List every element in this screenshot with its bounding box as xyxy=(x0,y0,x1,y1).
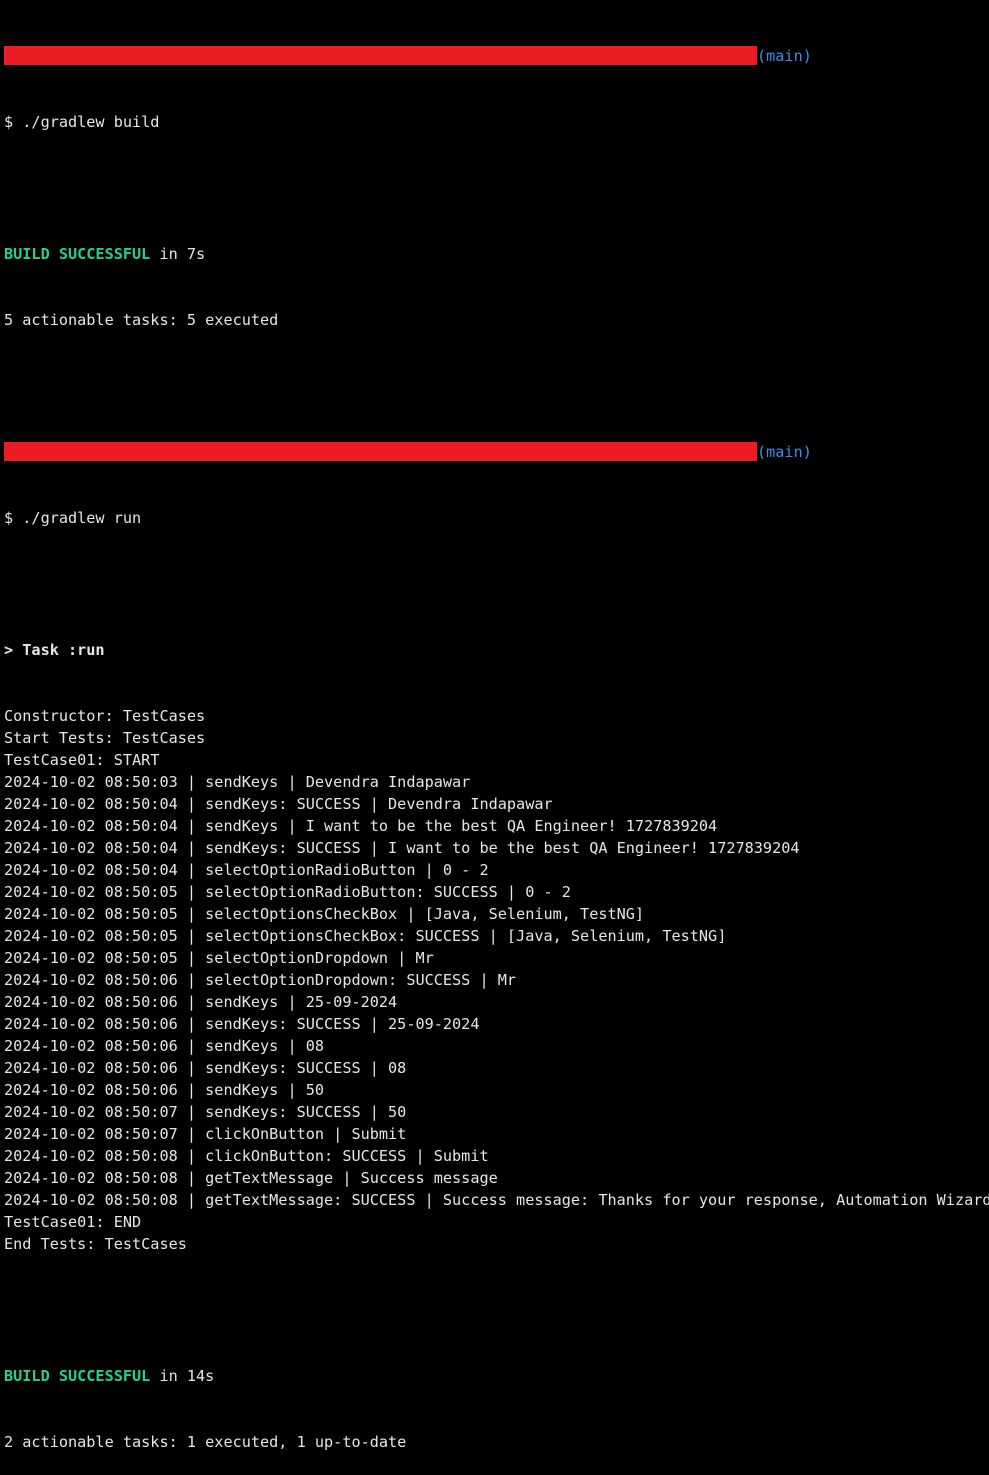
terminal-output[interactable]: (main) $ ./gradlew build BUILD SUCCESSFU… xyxy=(0,0,989,1451)
log-line: 2024-10-02 08:50:04 | sendKeys: SUCCESS … xyxy=(4,795,553,813)
log-line: 2024-10-02 08:50:06 | sendKeys | 25-09-2… xyxy=(4,993,398,1011)
build-status: BUILD SUCCESSFUL xyxy=(4,1367,151,1385)
build-status-line: BUILD SUCCESSFUL in 7s xyxy=(4,243,989,265)
log-line: TestCase01: END xyxy=(4,1213,142,1231)
log-line: 2024-10-02 08:50:08 | clickOnButton: SUC… xyxy=(4,1147,489,1165)
log-line: 2024-10-02 08:50:06 | sendKeys | 50 xyxy=(4,1081,325,1099)
log-line: Start Tests: TestCases xyxy=(4,729,206,747)
prompt-line: (main) xyxy=(4,45,989,67)
log-line: 2024-10-02 08:50:06 | selectOptionDropdo… xyxy=(4,971,517,989)
command-line: $ ./gradlew run xyxy=(4,509,142,527)
redacted-path xyxy=(4,46,757,65)
git-branch: (main) xyxy=(757,47,812,65)
task-header: > Task :run xyxy=(4,641,105,659)
log-line: 2024-10-02 08:50:05 | selectOptionDropdo… xyxy=(4,949,434,967)
log-line: Constructor: TestCases xyxy=(4,707,206,725)
log-line: 2024-10-02 08:50:04 | sendKeys | I want … xyxy=(4,817,718,835)
log-line: TestCase01: START xyxy=(4,751,160,769)
log-line: 2024-10-02 08:50:06 | sendKeys: SUCCESS … xyxy=(4,1059,407,1077)
log-line: 2024-10-02 08:50:03 | sendKeys | Devendr… xyxy=(4,773,471,791)
tasks-summary: 2 actionable tasks: 1 executed, 1 up-to-… xyxy=(4,1433,407,1451)
log-line: 2024-10-02 08:50:05 | selectOptionsCheck… xyxy=(4,905,645,923)
log-line: 2024-10-02 08:50:04 | sendKeys: SUCCESS … xyxy=(4,839,800,857)
prompt-line: (main) xyxy=(4,441,989,463)
tasks-summary: 5 actionable tasks: 5 executed xyxy=(4,311,279,329)
log-line: 2024-10-02 08:50:05 | selectOptionRadioB… xyxy=(4,883,571,901)
log-line: 2024-10-02 08:50:08 | getTextMessage: SU… xyxy=(4,1191,989,1209)
build-status: BUILD SUCCESSFUL xyxy=(4,245,151,263)
log-line: 2024-10-02 08:50:04 | selectOptionRadioB… xyxy=(4,861,489,879)
log-line: 2024-10-02 08:50:05 | selectOptionsCheck… xyxy=(4,927,727,945)
log-line: 2024-10-02 08:50:08 | getTextMessage | S… xyxy=(4,1169,498,1187)
log-line: 2024-10-02 08:50:06 | sendKeys | 08 xyxy=(4,1037,325,1055)
test-log: Constructor: TestCases Start Tests: TestC… xyxy=(4,705,989,1255)
log-line: 2024-10-02 08:50:07 | clickOnButton | Su… xyxy=(4,1125,407,1143)
build-duration: in 7s xyxy=(150,245,206,263)
log-line: End Tests: TestCases xyxy=(4,1235,187,1253)
log-line: 2024-10-02 08:50:07 | sendKeys: SUCCESS … xyxy=(4,1103,407,1121)
build-duration: in 14s xyxy=(150,1367,215,1385)
redacted-path xyxy=(4,442,757,461)
build-status-line: BUILD SUCCESSFUL in 14s xyxy=(4,1365,989,1387)
log-line: 2024-10-02 08:50:06 | sendKeys: SUCCESS … xyxy=(4,1015,480,1033)
git-branch: (main) xyxy=(757,443,812,461)
command-line: $ ./gradlew build xyxy=(4,113,160,131)
